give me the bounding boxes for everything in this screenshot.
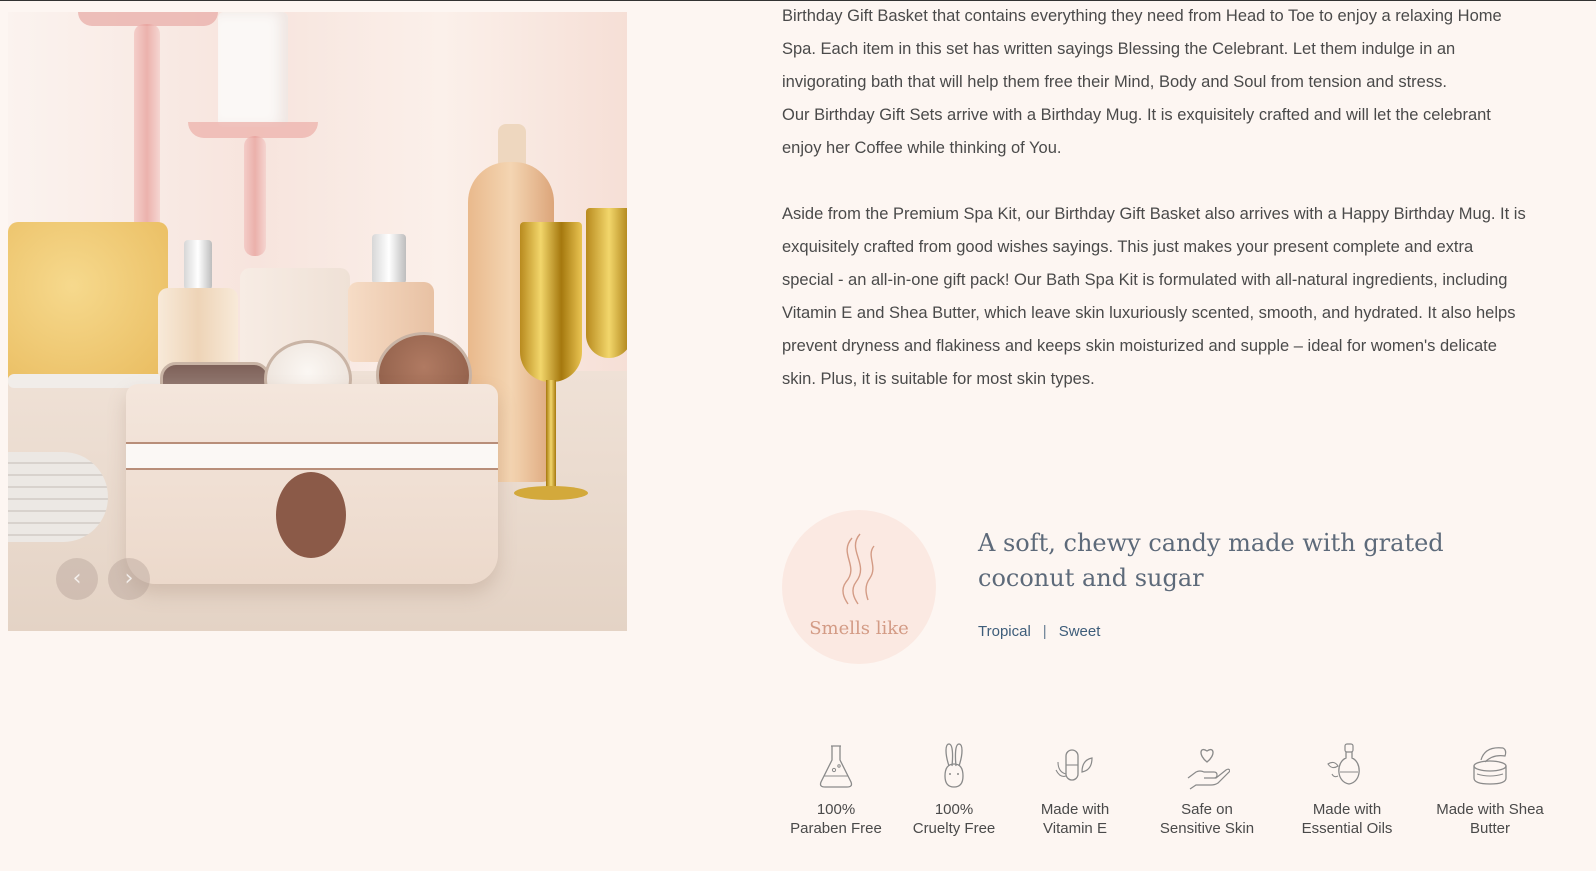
- bunny-icon: [944, 743, 964, 788]
- description-line: skin. Plus, it is suitable for most skin…: [782, 370, 1095, 388]
- description-line: Our Birthday Gift Sets arrive with a Bir…: [782, 106, 1491, 124]
- feature-line: Cruelty Free: [912, 820, 996, 837]
- description-line: Birthday Gift Basket that contains every…: [782, 7, 1502, 25]
- feature-line: Made with: [1040, 801, 1110, 818]
- feature-cruelty-free: 100% Cruelty Free: [904, 742, 1004, 838]
- scent-waves-icon: [842, 533, 875, 605]
- gold-glass-stem: [546, 380, 556, 490]
- plates: [8, 452, 108, 542]
- scent-tag: Tropical: [978, 623, 1031, 640]
- feature-line: Made with Shea: [1436, 801, 1544, 818]
- feature-line: Butter: [1469, 820, 1511, 837]
- feature-paraben-free: 100% Paraben Free: [786, 742, 886, 838]
- feature-line: Sensitive Skin: [1159, 820, 1255, 837]
- gold-glass: [520, 222, 582, 382]
- feature-line: Paraben Free: [790, 820, 882, 837]
- hand-heart-icon: [1187, 748, 1230, 790]
- description-line: prevent dryness and flakiness and keeps …: [782, 337, 1497, 355]
- gallery-next-button[interactable]: ›: [108, 558, 150, 600]
- capsule-leaf-icon: [1055, 749, 1093, 781]
- product-description: Birthday Gift Basket that contains every…: [782, 0, 1572, 396]
- oil-bottle-icon: [1327, 743, 1360, 785]
- feature-line: Vitamin E: [1043, 820, 1107, 837]
- feature-line: 100%: [934, 801, 974, 818]
- scent-description-line: coconut and sugar: [978, 564, 1204, 592]
- gold-glass: [586, 208, 627, 358]
- feature-vitamin-e: Made with Vitamin E: [1025, 742, 1125, 838]
- scent-badge: Smells like: [782, 510, 936, 664]
- description-line: Spa. Each item in this set has written s…: [782, 40, 1456, 58]
- scent-description-line: A soft, chewy candy made with grated: [978, 529, 1444, 557]
- description-line: special - an all-in-one gift pack! Our B…: [782, 271, 1508, 289]
- product-image[interactable]: ‹ ›: [8, 12, 627, 631]
- feature-line: 100%: [816, 801, 856, 818]
- feature-line: Safe on: [1181, 801, 1233, 818]
- gift-ribbon: [126, 442, 498, 470]
- cake: [8, 222, 168, 382]
- description-line: invigorating bath that will help them fr…: [782, 73, 1447, 91]
- smells-like-label: Smells like: [809, 618, 909, 639]
- scent-tags: Tropical | Sweet: [978, 623, 1100, 640]
- bottle-cap: [184, 240, 212, 290]
- feature-sensitive-skin: Safe on Sensitive Skin: [1150, 742, 1264, 838]
- bottle-cap: [372, 234, 406, 284]
- description-line: exquisitely crafted from good wishes say…: [782, 238, 1474, 256]
- candle: [218, 12, 288, 127]
- feature-essential-oils: Made with Essential Oils: [1292, 742, 1402, 838]
- flask-icon: [819, 745, 853, 788]
- feature-shea-butter: Made with Shea Butter: [1428, 742, 1552, 838]
- scent-description: A soft, chewy candy made with grated coc…: [978, 526, 1448, 596]
- description-line: Aside from the Premium Spa Kit, our Birt…: [782, 205, 1526, 223]
- description-line: Vitamin E and Shea Butter, which leave s…: [782, 304, 1516, 322]
- candle-stand-stem: [244, 136, 266, 256]
- scent-tag: Sweet: [1058, 623, 1101, 640]
- butter-jar-icon: [1473, 747, 1507, 785]
- feature-line: Made with: [1312, 801, 1382, 818]
- description-line: enjoy her Coffee while thinking of You.: [782, 139, 1062, 157]
- gold-glass-foot: [514, 486, 588, 500]
- gift-tag: [276, 472, 346, 558]
- gallery-prev-button[interactable]: ‹: [56, 558, 98, 600]
- feature-line: Essential Oils: [1301, 820, 1393, 837]
- tag-separator: |: [1042, 623, 1047, 640]
